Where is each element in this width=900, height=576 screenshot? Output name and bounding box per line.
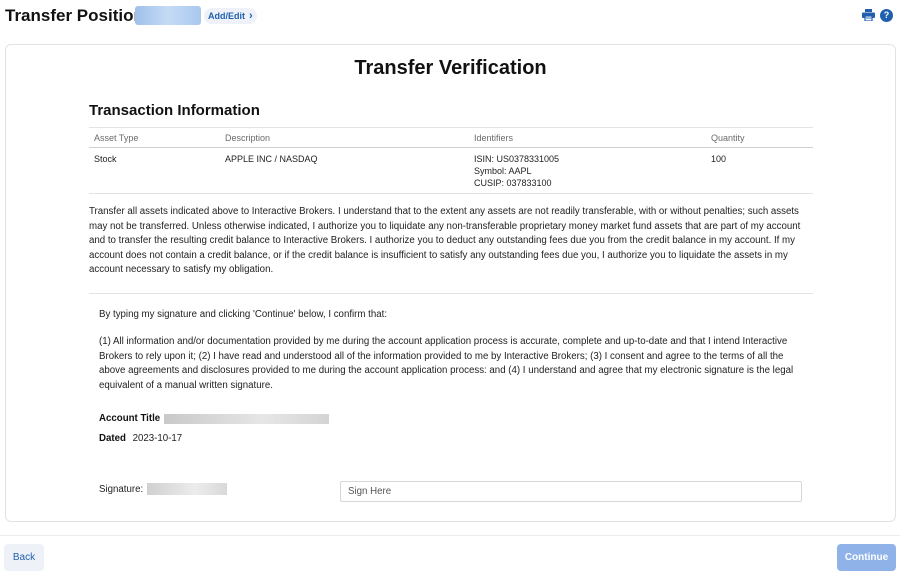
confirm-intro-text: By typing my signature and clicking 'Con… (99, 309, 388, 320)
redacted-signature-name (147, 483, 228, 495)
identifier-cusip: CUSIP: 037833100 (474, 178, 552, 188)
add-edit-button[interactable]: Add/Edit › (204, 8, 257, 24)
section-title: Transaction Information (89, 102, 260, 119)
verification-card: Transfer Verification Transaction Inform… (5, 44, 896, 522)
top-bar: Transfer Positions Add/Edit › ? (0, 0, 900, 32)
cell-identifiers: ISIN: US0378331005 Symbol: AAPL CUSIP: 0… (469, 147, 706, 194)
dated-row: Dated 2023-10-17 (99, 433, 182, 444)
card-title: Transfer Verification (354, 57, 547, 79)
column-header-identifiers: Identifiers (469, 127, 706, 148)
column-header-quantity: Quantity (706, 127, 813, 148)
column-header-description: Description (220, 127, 469, 148)
print-icon[interactable] (862, 9, 875, 21)
cell-quantity: 100 (706, 147, 813, 194)
identifier-symbol: Symbol: AAPL (474, 166, 532, 176)
cell-description: APPLE INC / NASDAQ (220, 147, 469, 194)
chevron-right-icon: › (249, 9, 253, 22)
page-title: Transfer Positions (5, 6, 154, 25)
redacted-account-title (164, 413, 330, 424)
add-edit-label: Add/Edit (208, 11, 245, 21)
continue-button[interactable]: Continue (837, 544, 896, 571)
divider (89, 293, 813, 294)
redacted-account-name (135, 6, 201, 25)
back-button[interactable]: Back (4, 544, 44, 571)
table-row: Stock APPLE INC / NASDAQ ISIN: US0378331… (89, 147, 813, 194)
dated-label: Dated (99, 433, 126, 444)
identifier-isin: ISIN: US0378331005 (474, 154, 560, 164)
account-title-label: Account Title (99, 413, 161, 424)
signature-row: Signature: (99, 483, 228, 495)
table-header-row: Asset Type Description Identifiers Quant… (89, 127, 813, 148)
dated-value: 2023-10-17 (132, 433, 183, 444)
transaction-table: Asset Type Description Identifiers Quant… (89, 127, 813, 194)
signature-input[interactable] (340, 481, 802, 502)
confirm-list-text: (1) All information and/or documentation… (99, 336, 794, 391)
footer-divider (0, 535, 900, 536)
column-header-asset-type: Asset Type (89, 127, 220, 148)
signature-label: Signature: (99, 483, 144, 495)
account-title-row: Account Title (99, 413, 330, 424)
cell-asset-type: Stock (89, 147, 220, 194)
help-icon[interactable]: ? (880, 9, 893, 22)
transfer-terms-text: Transfer all assets indicated above to I… (89, 206, 801, 276)
